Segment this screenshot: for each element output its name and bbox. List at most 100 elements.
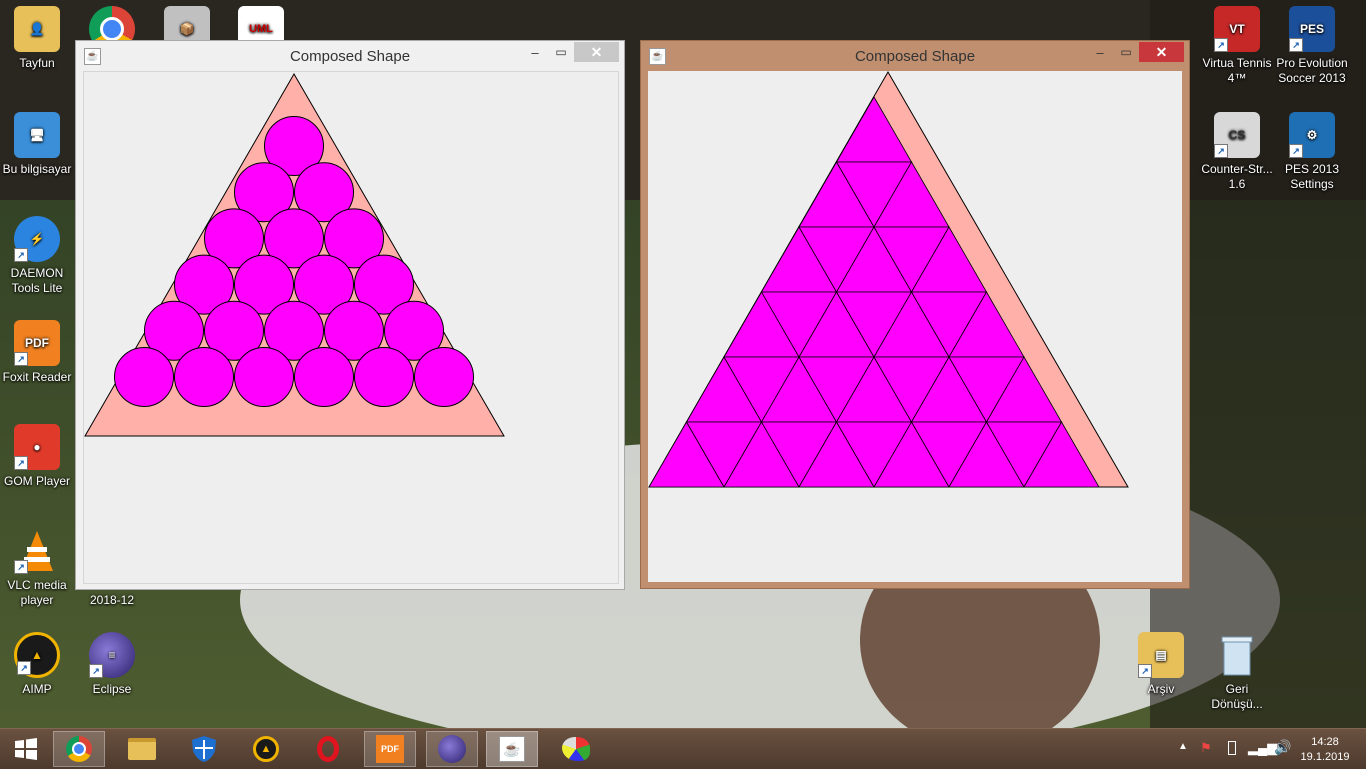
clock-time: 14:28 [1311, 736, 1339, 748]
chrome-icon [66, 736, 92, 762]
tray-expand-icon[interactable]: ▲ [1178, 741, 1188, 752]
window-composed-shape-triangles[interactable]: ☕ Composed Shape ‒ ▭ ✕ [640, 40, 1190, 589]
folder-icon: ▤ ↗ [1138, 632, 1184, 678]
foxit-reader-icon: PDF [376, 735, 404, 763]
desktop-icon-eclipse[interactable]: ≡ ↗ Eclipse [75, 632, 149, 697]
vlc-cone-icon: ↗ [14, 528, 60, 574]
recycle-bin-icon [1214, 632, 1260, 678]
shortcut-arrow-icon: ↗ [14, 560, 28, 574]
drawing-canvas [648, 70, 1182, 582]
inner-circle [414, 347, 474, 407]
taskbar-defender[interactable] [178, 731, 230, 767]
desktop-icon-arsiv[interactable]: ▤ ↗ Arşiv [1124, 632, 1198, 697]
title-bar[interactable]: ☕ Composed Shape ‒ ▭ ✕ [641, 41, 1189, 71]
file-explorer-icon [128, 738, 156, 760]
desktop-icon-this-pc[interactable]: 🖥 Bu bilgisayar [0, 112, 74, 177]
shortcut-arrow-icon: ↗ [1289, 38, 1303, 52]
desktop-icon-recycle-bin[interactable]: Geri Dönüşü... [1200, 632, 1274, 712]
taskbar-file-explorer[interactable] [116, 731, 168, 767]
pes-settings-icon: ⚙ ↗ [1289, 112, 1335, 158]
desktop-icon-tayfun[interactable]: 👤 Tayfun [0, 6, 74, 71]
taskbar-paint[interactable] [550, 731, 602, 767]
drawing-canvas [83, 71, 619, 584]
taskbar: ▲ PDF ☕ ▲ ⚑ ▂▄▆ 🔊 14:28 19.1.2019 [0, 728, 1366, 769]
volume-icon[interactable]: 🔊 [1274, 739, 1291, 756]
foxit-reader-icon: PDF ↗ [14, 320, 60, 366]
desktop-icon-vlc[interactable]: ↗ VLC media player [0, 528, 74, 608]
counter-strike-icon: CS ↗ [1214, 112, 1260, 158]
opera-icon [317, 736, 339, 762]
desktop-icon-label: Pro Evolution Soccer 2013 [1276, 56, 1348, 85]
start-button[interactable] [0, 731, 52, 767]
desktop-icon-label: Eclipse [92, 682, 132, 696]
uml-icon-text: UML [249, 22, 273, 35]
close-button[interactable]: ✕ [1139, 42, 1184, 62]
minimize-button[interactable]: ‒ [1089, 45, 1111, 63]
close-button[interactable]: ✕ [574, 42, 619, 62]
desktop-icon-label: Geri Dönüşü... [1211, 682, 1263, 711]
desktop-icon-label: Counter-Str... 1.6 [1201, 162, 1273, 191]
desktop-icon-label: Arşiv [1147, 682, 1175, 696]
shortcut-arrow-icon: ↗ [14, 456, 28, 470]
inner-circle [234, 347, 294, 407]
clock-date: 19.1.2019 [1300, 751, 1350, 763]
taskbar-foxit[interactable]: PDF [364, 731, 416, 767]
taskbar-eclipse[interactable] [426, 731, 478, 767]
user-folder-icon: 👤 [14, 6, 60, 52]
shortcut-arrow-icon: ↗ [1289, 144, 1303, 158]
inner-circle [114, 347, 174, 407]
shield-icon [192, 736, 216, 762]
network-signal-icon[interactable]: ▂▄▆ [1248, 740, 1277, 756]
desktop-icon-label: PES 2013 Settings [1284, 162, 1340, 191]
taskbar-clock[interactable]: 14:28 19.1.2019 [1290, 735, 1360, 765]
desktop-icon-virtua-tennis[interactable]: VT ↗ Virtua Tennis 4™ [1200, 6, 1274, 86]
paint-palette-icon [562, 737, 590, 761]
desktop-icon-daemon-tools[interactable]: ⚡ ↗ DAEMON Tools Lite [0, 216, 74, 296]
desktop-icon-pes-2013[interactable]: PES ↗ Pro Evolution Soccer 2013 [1275, 6, 1349, 86]
desktop-icon-label: DAEMON Tools Lite [10, 266, 64, 295]
inner-circle [174, 347, 234, 407]
action-center-icon[interactable]: ⚑ [1200, 740, 1212, 756]
shortcut-arrow-icon: ↗ [14, 352, 28, 366]
desktop-icon-pes-settings[interactable]: ⚙ ↗ PES 2013 Settings [1275, 112, 1349, 192]
desktop-icon-label: Bu bilgisayar [2, 162, 72, 176]
composed-shape-triangles [648, 70, 1129, 488]
title-bar[interactable]: ☕ Composed Shape ‒ ▭ ✕ [76, 41, 624, 71]
minimize-button[interactable]: ‒ [524, 45, 546, 63]
taskbar-opera[interactable] [302, 731, 354, 767]
taskbar-aimp[interactable]: ▲ [240, 731, 292, 767]
shortcut-arrow-icon: ↗ [1214, 144, 1228, 158]
inner-circle [354, 347, 414, 407]
eclipse-icon [438, 735, 466, 763]
window-composed-shape-circles[interactable]: ☕ Composed Shape ‒ ▭ ✕ [75, 40, 625, 590]
computer-icon: 🖥 [14, 112, 60, 158]
aimp-icon: ▲ [253, 736, 279, 762]
desktop-icon-gom-player[interactable]: ● ↗ GOM Player [0, 424, 74, 489]
desktop-icon-label: 2018-12 [89, 593, 135, 607]
desktop-icon-label: VLC media player [7, 578, 67, 607]
desktop-icon-label: Foxit Reader [2, 370, 72, 384]
desktop-icon-2018-12[interactable]: 2018-12 [75, 593, 149, 609]
java-icon: ☕ [499, 736, 525, 762]
taskbar-java[interactable]: ☕ [486, 731, 538, 767]
maximize-button[interactable]: ▭ [550, 45, 572, 63]
pes-2013-icon: PES ↗ [1289, 6, 1335, 52]
desktop-icon-aimp[interactable]: ▲ ↗ AIMP [0, 632, 74, 697]
taskbar-chrome[interactable] [53, 731, 105, 767]
desktop-icon-counter-strike[interactable]: CS ↗ Counter-Str... 1.6 [1200, 112, 1274, 192]
maximize-button[interactable]: ▭ [1115, 45, 1137, 63]
battery-icon[interactable] [1228, 741, 1236, 755]
shortcut-arrow-icon: ↗ [1138, 664, 1152, 678]
gom-player-icon: ● ↗ [14, 424, 60, 470]
recycle-bin-shape [1221, 636, 1253, 676]
desktop-icon-label: Virtua Tennis 4™ [1202, 56, 1272, 85]
windows-logo-icon [15, 738, 37, 760]
desktop-icon-foxit-reader[interactable]: PDF ↗ Foxit Reader [0, 320, 74, 385]
daemon-tools-icon: ⚡ ↗ [14, 216, 60, 262]
shortcut-arrow-icon: ↗ [17, 661, 31, 675]
composed-shape-circles [84, 73, 505, 437]
eclipse-icon: ≡ ↗ [89, 632, 135, 678]
desktop-icon-label: GOM Player [3, 474, 70, 488]
shortcut-arrow-icon: ↗ [89, 664, 103, 678]
aimp-icon: ▲ ↗ [14, 632, 60, 678]
